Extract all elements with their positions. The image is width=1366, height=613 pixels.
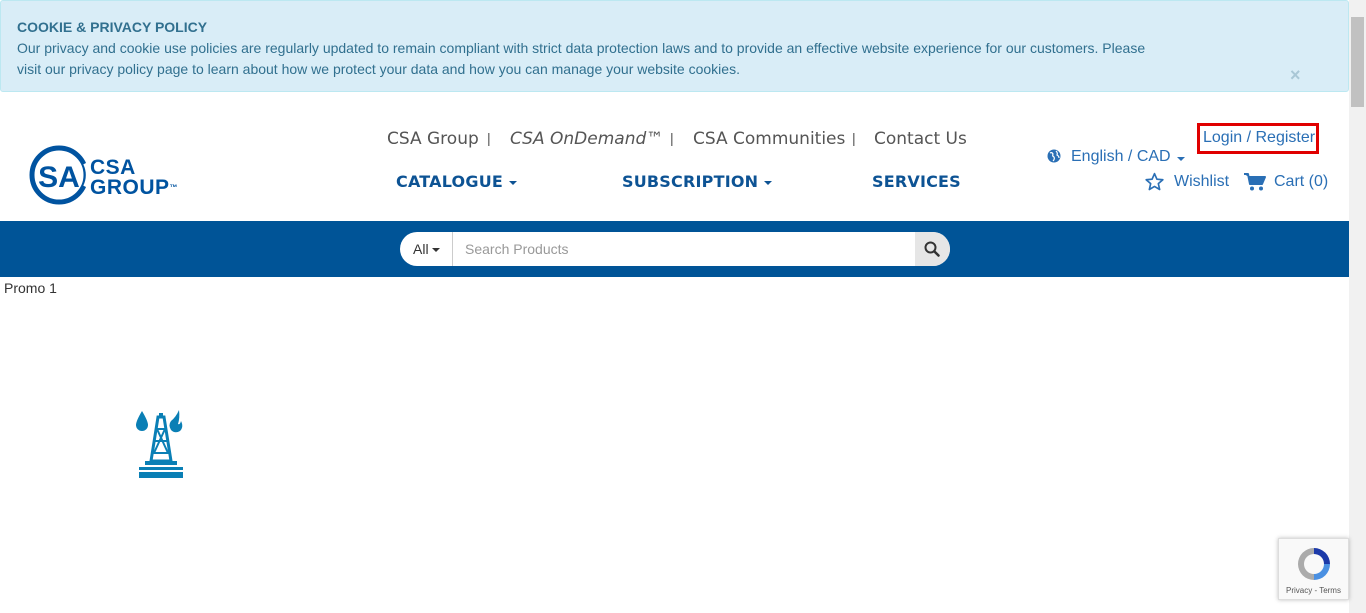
nav-subscription-label: SUBSCRIPTION — [622, 172, 759, 191]
search-bar: All — [400, 232, 950, 266]
chevron-down-icon — [1177, 157, 1185, 161]
logo-line-1: CSA — [90, 156, 136, 179]
top-link-separator: | — [670, 130, 674, 146]
top-link-csa-ondemand[interactable]: CSA OnDemand™ — [510, 129, 663, 149]
top-link-csa-communities[interactable]: CSA Communities — [693, 129, 845, 149]
login-register-link[interactable]: Login / Register — [1197, 123, 1319, 154]
search-button[interactable] — [915, 232, 950, 266]
logo-wordmark: CSA GROUP™ — [90, 156, 179, 199]
cart-icon — [1244, 173, 1266, 191]
chevron-down-icon — [509, 180, 518, 185]
top-link-separator: | — [852, 130, 856, 146]
chevron-down-icon — [764, 180, 773, 185]
cookie-banner: COOKIE & PRIVACY POLICY Our privacy and … — [0, 0, 1349, 92]
search-input[interactable] — [454, 233, 914, 265]
logo-line-2: GROUP — [90, 176, 170, 199]
top-link-contact-us[interactable]: Contact Us — [874, 129, 967, 149]
search-icon — [924, 241, 940, 257]
chevron-down-icon — [431, 248, 440, 253]
top-link-separator: | — [487, 130, 491, 146]
search-category-label: All — [413, 241, 429, 257]
cart-label: Cart (0) — [1274, 173, 1329, 190]
recaptcha-badge[interactable]: Privacy - Terms — [1278, 538, 1349, 600]
wishlist-label: Wishlist — [1174, 173, 1230, 190]
close-icon[interactable]: × — [1290, 65, 1301, 86]
top-link-csa-group[interactable]: CSA Group — [387, 129, 479, 149]
nav-catalogue[interactable]: CATALOGUE — [396, 172, 518, 191]
logo-trademark: ™ — [169, 183, 179, 192]
recaptcha-icon — [1298, 548, 1330, 580]
promo-image[interactable]: Promo 1 — [0, 279, 57, 296]
nav-subscription[interactable]: SUBSCRIPTION — [622, 172, 773, 191]
cookie-banner-title: COOKIE & PRIVACY POLICY — [17, 19, 208, 35]
scrollbar-thumb[interactable] — [1351, 17, 1364, 107]
oil-rig-icon[interactable] — [133, 409, 189, 479]
svg-text:SA: SA — [38, 161, 80, 194]
globe-icon — [1047, 149, 1061, 163]
star-icon — [1145, 172, 1164, 191]
cookie-banner-text: Our privacy and cookie use policies are … — [17, 40, 1146, 77]
nav-catalogue-label: CATALOGUE — [396, 172, 504, 191]
nav-services[interactable]: SERVICES — [872, 172, 961, 191]
recaptcha-links[interactable]: Privacy - Terms — [1286, 586, 1341, 595]
login-register-label: Login / Register — [1203, 129, 1316, 146]
search-category-dropdown[interactable]: All — [400, 232, 453, 266]
promo-image-alt-text: Promo 1 — [4, 280, 57, 296]
language-label: English / CAD — [1071, 148, 1171, 165]
